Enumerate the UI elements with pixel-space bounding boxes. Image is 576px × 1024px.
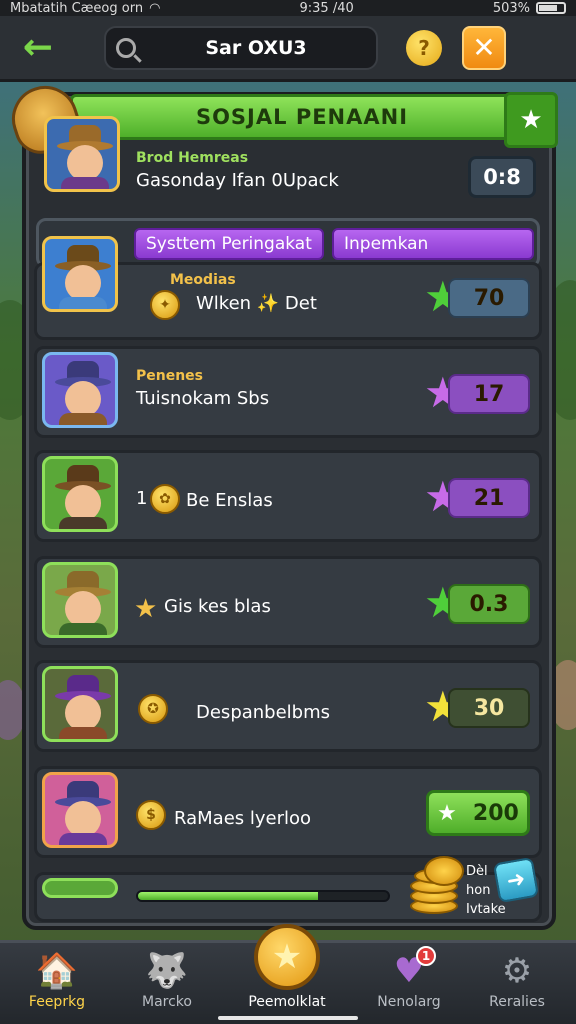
row-score: 0.3 — [448, 584, 530, 624]
progress-fill — [138, 892, 318, 900]
reward-claim-button[interactable]: ★ 200 — [426, 790, 530, 836]
search-field[interactable]: Sar OXU3 — [104, 25, 378, 70]
player-avatar[interactable] — [42, 352, 118, 428]
close-button[interactable]: ✕ — [462, 25, 506, 70]
player-avatar[interactable] — [42, 456, 118, 532]
nav-item-settings[interactable]: ⚙ Reralies — [462, 948, 572, 1018]
panel-title: SOSJAL PENAANI — [195, 105, 409, 129]
paw-coin-icon: ✿ — [150, 484, 180, 514]
player-avatar[interactable] — [42, 666, 118, 742]
claim-arrow-button[interactable]: ➜ — [492, 856, 540, 904]
row-name: RaMaes lyerloo — [174, 808, 312, 829]
row-sublabel: Meodias — [170, 272, 236, 288]
nav-label: Peemolklat — [248, 994, 326, 1010]
medal-icon: ✪ — [138, 694, 168, 724]
clock-text: 9:35 /40 — [299, 0, 354, 16]
nav-label: Reralies — [489, 994, 545, 1010]
row-name: Wlken ✨ Det — [196, 293, 317, 314]
row-name: Be Enslas — [186, 490, 273, 511]
row-rank: 1 — [136, 488, 148, 509]
top-bar: ← Sar OXU3 ? ✕ — [0, 16, 576, 82]
row-score: 30 — [448, 688, 530, 728]
team-badge-icon: ✦ — [150, 290, 180, 320]
profile-score: 0:8 — [468, 156, 536, 198]
nav-label: Feeprkg — [28, 994, 86, 1010]
tab-rewards[interactable]: Inpemkan — [332, 228, 534, 260]
player-avatar[interactable] — [42, 772, 118, 848]
nav-item-home[interactable]: 🏠 Feeprkg — [2, 948, 112, 1018]
player-avatar[interactable] — [42, 562, 118, 638]
home-indicator — [218, 1016, 358, 1020]
row-score: 17 — [448, 374, 530, 414]
battery-icon — [536, 2, 566, 14]
row-name: Tuisnokam Sbs — [136, 388, 270, 409]
tab-ranking-system[interactable]: Systtem Peringakat — [134, 228, 324, 260]
wolf-icon: 🐺 — [145, 951, 189, 991]
back-button[interactable]: ← — [12, 22, 64, 74]
notification-badge: 1 — [416, 946, 436, 966]
star-badge-icon[interactable]: ★ — [504, 92, 558, 148]
profile-subtitle: Brod Hemreas — [136, 150, 249, 166]
wifi-icon: ◠ — [149, 0, 161, 16]
nav-label: Marcko — [142, 994, 192, 1010]
search-icon — [116, 37, 136, 58]
star-icon: ★ — [437, 800, 457, 826]
profile-name: Gasonday Ifan 0Upack — [136, 170, 339, 191]
nav-item-ranking-label: Peemolklat — [232, 948, 342, 1018]
row-score: 21 — [448, 478, 530, 518]
coin-stack-icon — [404, 848, 464, 918]
reward-amount: 200 — [472, 800, 519, 826]
player-avatar[interactable] — [42, 236, 118, 312]
gold-coin-icon: $ — [136, 800, 166, 830]
nav-label: Nenolarg — [377, 994, 441, 1010]
row-sublabel: Penenes — [136, 368, 204, 384]
row-score: 70 — [448, 278, 530, 318]
claim-line-3: Ivtake — [466, 902, 506, 917]
progress-bar — [136, 890, 390, 902]
search-text: Sar OXU3 — [205, 36, 307, 59]
carrier-text: Mbatatih Cæeog orn — [10, 0, 144, 16]
status-bar: Mbatatih Cæeog orn ◠ 9:35 /40 503% — [0, 0, 576, 16]
nav-item-social[interactable]: ♥ Nenolarg — [354, 948, 464, 1018]
gear-icon: ⚙ — [501, 951, 533, 991]
help-button[interactable]: ? — [406, 29, 442, 66]
arrow-left-icon: ← — [22, 27, 54, 68]
row-name: Gis kes blas — [164, 596, 271, 617]
row-name: Despanbelbms — [196, 702, 331, 723]
gold-star-icon: ★ — [134, 594, 158, 624]
battery-percent: 503% — [492, 0, 530, 16]
nav-item-market[interactable]: 🐺 Marcko — [112, 948, 222, 1018]
profile-avatar[interactable] — [44, 116, 120, 192]
home-icon: 🏠 — [35, 951, 79, 991]
player-avatar[interactable] — [42, 878, 118, 898]
panel-title-banner: SOSJAL PENAANI — [70, 94, 534, 140]
